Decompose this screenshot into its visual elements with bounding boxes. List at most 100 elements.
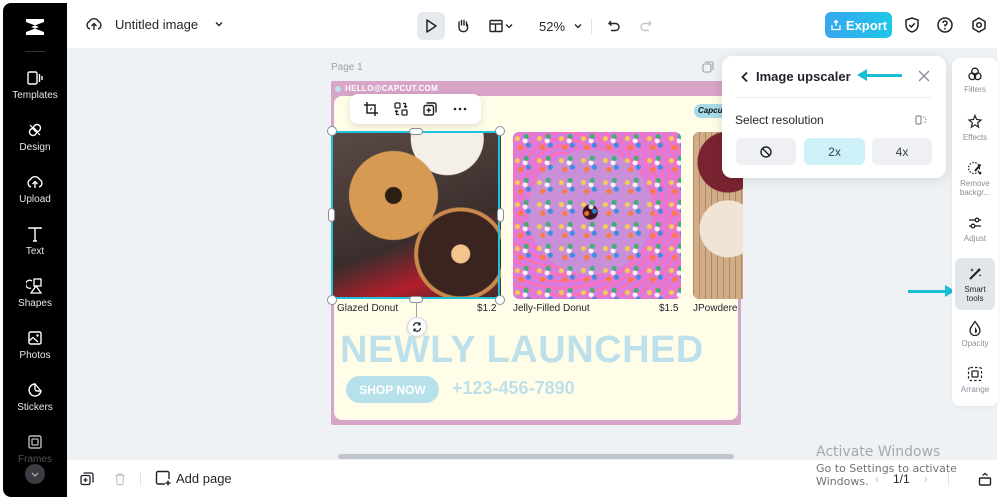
tool-label: Remove backgr... <box>959 179 991 197</box>
no-upscale-icon <box>760 145 772 158</box>
product-name[interactable]: Glazed Donut <box>337 303 398 314</box>
product-price[interactable]: $1.5 <box>659 303 678 314</box>
sidebar-item-label: Upload <box>19 194 51 205</box>
settings-icon[interactable] <box>970 16 988 34</box>
help-icon[interactable] <box>936 16 954 34</box>
resize-handle-top-left[interactable] <box>327 126 337 136</box>
hand-tool-button[interactable] <box>449 12 477 40</box>
divider <box>25 51 45 52</box>
sidebar-item-label: Text <box>25 246 45 257</box>
divider <box>736 97 932 98</box>
shapes-icon <box>26 278 43 294</box>
divider <box>591 18 593 34</box>
capcut-editor: Templates Design Upload Text Shapes Phot… <box>0 0 1000 500</box>
shield-check-icon[interactable] <box>903 16 921 34</box>
redo-button[interactable] <box>632 12 660 40</box>
sidebar-more-button[interactable] <box>25 464 45 484</box>
design-page[interactable]: HELLO@CAPCUT.COM Capcut <box>331 81 743 425</box>
close-icon[interactable] <box>917 69 931 83</box>
tool-label: Arrange <box>960 385 990 394</box>
more-options-icon[interactable] <box>452 101 468 117</box>
resolution-label: Select resolution <box>735 113 824 127</box>
design-headline[interactable]: NEWLY LAUNCHED <box>340 329 704 372</box>
templates-icon <box>27 71 43 85</box>
tool-opacity[interactable]: Opacity <box>955 320 995 360</box>
sidebar-item-templates[interactable]: Templates <box>3 69 67 115</box>
duplicate-page-icon[interactable] <box>702 61 714 73</box>
resize-handle-right[interactable] <box>497 208 504 222</box>
crop-icon[interactable] <box>363 101 379 117</box>
annotation-arrow-right <box>908 285 955 297</box>
export-button[interactable]: Export <box>825 12 892 38</box>
layout-icon <box>489 19 503 33</box>
resize-handle-bottom-right[interactable] <box>495 295 505 305</box>
tool-filters[interactable]: Filters <box>955 66 995 106</box>
page-navigator: ‹ 1/1 › <box>875 472 928 486</box>
tool-smart-tools[interactable]: Smart tools <box>955 258 995 310</box>
tool-remove-background[interactable]: Remove backgr... <box>955 160 995 206</box>
product-price[interactable]: $1.2 <box>477 303 496 314</box>
image-upscaler-panel: Image upscaler Select resolution 2x 4x <box>722 56 946 178</box>
delete-page-icon[interactable] <box>113 472 127 486</box>
next-page-button[interactable]: › <box>924 472 928 486</box>
cursor-icon <box>426 19 437 33</box>
sidebar-item-text[interactable]: Text <box>3 225 67 271</box>
design-shop-now[interactable]: SHOP NOW <box>346 376 439 403</box>
duplicate-icon[interactable] <box>422 101 438 117</box>
resize-handle-bottom-left[interactable] <box>327 295 337 305</box>
product-image-glazed-donut[interactable] <box>333 132 501 299</box>
chevron-left-icon <box>741 71 748 82</box>
frames-icon <box>28 435 42 449</box>
sidebar-item-shapes[interactable]: Shapes <box>3 277 67 323</box>
tool-adjust[interactable]: Adjust <box>955 215 995 255</box>
resolution-option-4x[interactable]: 4x <box>872 138 932 165</box>
tool-label: Adjust <box>963 234 987 243</box>
undo-button[interactable] <box>600 12 628 40</box>
design-email[interactable]: HELLO@CAPCUT.COM <box>335 84 438 93</box>
capcut-logo-icon[interactable] <box>23 15 47 39</box>
sidebar-item-label: Photos <box>19 350 51 361</box>
chevron-down-icon <box>31 472 39 477</box>
bottom-bar: Add page ‹ 1/1 › <box>67 459 997 497</box>
chevron-down-icon[interactable] <box>214 19 224 29</box>
sidebar-item-photos[interactable]: Photos <box>3 329 67 375</box>
left-sidebar: Templates Design Upload Text Shapes Phot… <box>3 3 67 497</box>
compare-icon[interactable] <box>914 113 928 127</box>
tool-arrange[interactable]: Arrange <box>955 366 995 406</box>
resolution-option-none[interactable] <box>736 138 796 165</box>
resize-handle-left[interactable] <box>328 208 335 222</box>
prev-page-button[interactable]: ‹ <box>875 472 879 486</box>
duplicate-page-icon[interactable] <box>80 472 94 486</box>
add-page-button[interactable]: Add page <box>155 470 232 486</box>
replace-icon[interactable] <box>393 101 409 117</box>
zoom-dropdown-icon[interactable] <box>573 21 583 31</box>
sidebar-item-stickers[interactable]: Stickers <box>3 381 67 427</box>
upload-icon <box>27 176 43 188</box>
opacity-icon <box>969 320 981 336</box>
adjust-icon <box>969 217 981 229</box>
sidebar-item-upload[interactable]: Upload <box>3 173 67 219</box>
divider <box>948 472 949 486</box>
design-phone[interactable]: +123-456-7890 <box>452 378 575 399</box>
upscaler-back-button[interactable]: Image upscaler <box>740 69 851 84</box>
expand-pages-icon[interactable] <box>978 472 992 486</box>
resize-handle-top[interactable] <box>409 128 423 135</box>
cloud-upload-icon[interactable] <box>85 15 103 33</box>
product-image-jelly-donut[interactable] <box>513 132 681 299</box>
select-tool-button[interactable] <box>417 12 445 40</box>
product-name[interactable]: Jelly-Filled Donut <box>513 303 590 314</box>
divider <box>140 472 141 486</box>
product-name[interactable]: JPowdere <box>693 303 737 314</box>
document-title-area: Untitled image <box>85 15 224 33</box>
tool-effects[interactable]: Effects <box>955 114 995 154</box>
sidebar-item-design[interactable]: Design <box>3 121 67 167</box>
right-tool-panel: Filters Effects Remove backgr... Adjust … <box>952 58 998 406</box>
stickers-icon <box>28 383 42 397</box>
resize-handle-top-right[interactable] <box>495 126 505 136</box>
layout-button[interactable] <box>481 12 521 40</box>
export-label: Export <box>845 17 888 33</box>
upscaler-title: Image upscaler <box>756 69 851 84</box>
document-title[interactable]: Untitled image <box>115 17 198 32</box>
zoom-level[interactable]: 52% <box>539 19 565 34</box>
resolution-option-2x[interactable]: 2x <box>804 138 865 165</box>
